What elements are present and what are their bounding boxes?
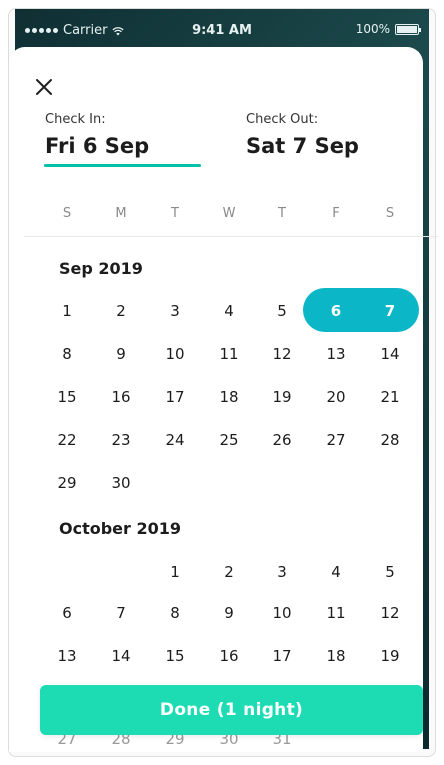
calendar-day[interactable]: 2: [104, 299, 138, 323]
weekday-label: W: [222, 206, 236, 221]
calendar-day[interactable]: 27: [319, 428, 353, 452]
calendar-day[interactable]: 29: [50, 471, 84, 495]
calendar-day[interactable]: 2: [212, 560, 246, 584]
calendar-day[interactable]: 4: [319, 560, 353, 584]
calendar-day[interactable]: 16: [104, 385, 138, 409]
calendar-day[interactable]: 5: [265, 299, 299, 323]
calendar-day[interactable]: 10: [265, 601, 299, 625]
calendar-day[interactable]: 16: [212, 644, 246, 668]
calendar-day[interactable]: 23: [104, 428, 138, 452]
active-tab-underline: [44, 164, 201, 167]
calendar-day[interactable]: 7: [104, 601, 138, 625]
calendar-day[interactable]: 19: [373, 644, 407, 668]
calendar-day[interactable]: 18: [212, 385, 246, 409]
weekday-label: S: [385, 206, 395, 221]
calendar-day[interactable]: 13: [319, 342, 353, 366]
calendar-day[interactable]: 21: [373, 385, 407, 409]
weekday-divider: [24, 236, 438, 237]
check-out-date: Sat 7 Sep: [246, 134, 359, 158]
weekday-label: T: [278, 206, 286, 221]
calendar-day[interactable]: 19: [265, 385, 299, 409]
calendar-day[interactable]: 15: [50, 385, 84, 409]
calendar-day[interactable]: 8: [158, 601, 192, 625]
status-bar: Carrier 9:41 AM 100%: [15, 9, 429, 49]
calendar-day[interactable]: 14: [104, 644, 138, 668]
calendar-day[interactable]: 13: [50, 644, 84, 668]
calendar-day[interactable]: 8: [50, 342, 84, 366]
calendar-day[interactable]: 24: [158, 428, 192, 452]
weekday-label: S: [62, 206, 72, 221]
calendar-day[interactable]: 18: [319, 644, 353, 668]
weekday-label: M: [115, 206, 127, 221]
calendar-day[interactable]: 30: [104, 471, 138, 495]
check-out-label: Check Out:: [246, 112, 319, 127]
calendar-day[interactable]: 17: [265, 644, 299, 668]
calendar-day[interactable]: 12: [265, 342, 299, 366]
battery-percent: 100%: [355, 22, 390, 36]
calendar-day[interactable]: 25: [212, 428, 246, 452]
battery-icon: [395, 23, 421, 35]
close-icon[interactable]: [34, 77, 54, 97]
calendar-day[interactable]: 1: [50, 299, 84, 323]
month-title: October 2019: [59, 519, 182, 538]
weekday-label: T: [171, 206, 179, 221]
calendar-day[interactable]: 14: [373, 342, 407, 366]
check-in-label: Check In:: [45, 112, 106, 127]
weekday-label: F: [332, 206, 340, 221]
calendar-day[interactable]: 3: [265, 560, 299, 584]
calendar-day[interactable]: 15: [158, 644, 192, 668]
calendar-day[interactable]: 17: [158, 385, 192, 409]
calendar-day[interactable]: 4: [212, 299, 246, 323]
battery-group: 100%: [355, 22, 421, 36]
calendar-day[interactable]: 3: [158, 299, 192, 323]
calendar-day[interactable]: 11: [212, 342, 246, 366]
calendar-day[interactable]: 5: [373, 560, 407, 584]
calendar-day[interactable]: 22: [50, 428, 84, 452]
calendar-day[interactable]: 20: [319, 385, 353, 409]
calendar-day[interactable]: 6: [319, 299, 353, 323]
check-in-date: Fri 6 Sep: [45, 134, 150, 158]
calendar-day[interactable]: 6: [50, 601, 84, 625]
calendar-day[interactable]: 12: [373, 601, 407, 625]
calendar-day[interactable]: 10: [158, 342, 192, 366]
done-button[interactable]: Done (1 night): [40, 685, 423, 735]
calendar-day[interactable]: 1: [158, 560, 192, 584]
calendar-day[interactable]: 9: [212, 601, 246, 625]
calendar-day[interactable]: 11: [319, 601, 353, 625]
calendar-day[interactable]: 26: [265, 428, 299, 452]
calendar-day[interactable]: 7: [373, 299, 407, 323]
month-title: Sep 2019: [59, 259, 143, 278]
calendar-day[interactable]: 28: [373, 428, 407, 452]
calendar-day[interactable]: 9: [104, 342, 138, 366]
